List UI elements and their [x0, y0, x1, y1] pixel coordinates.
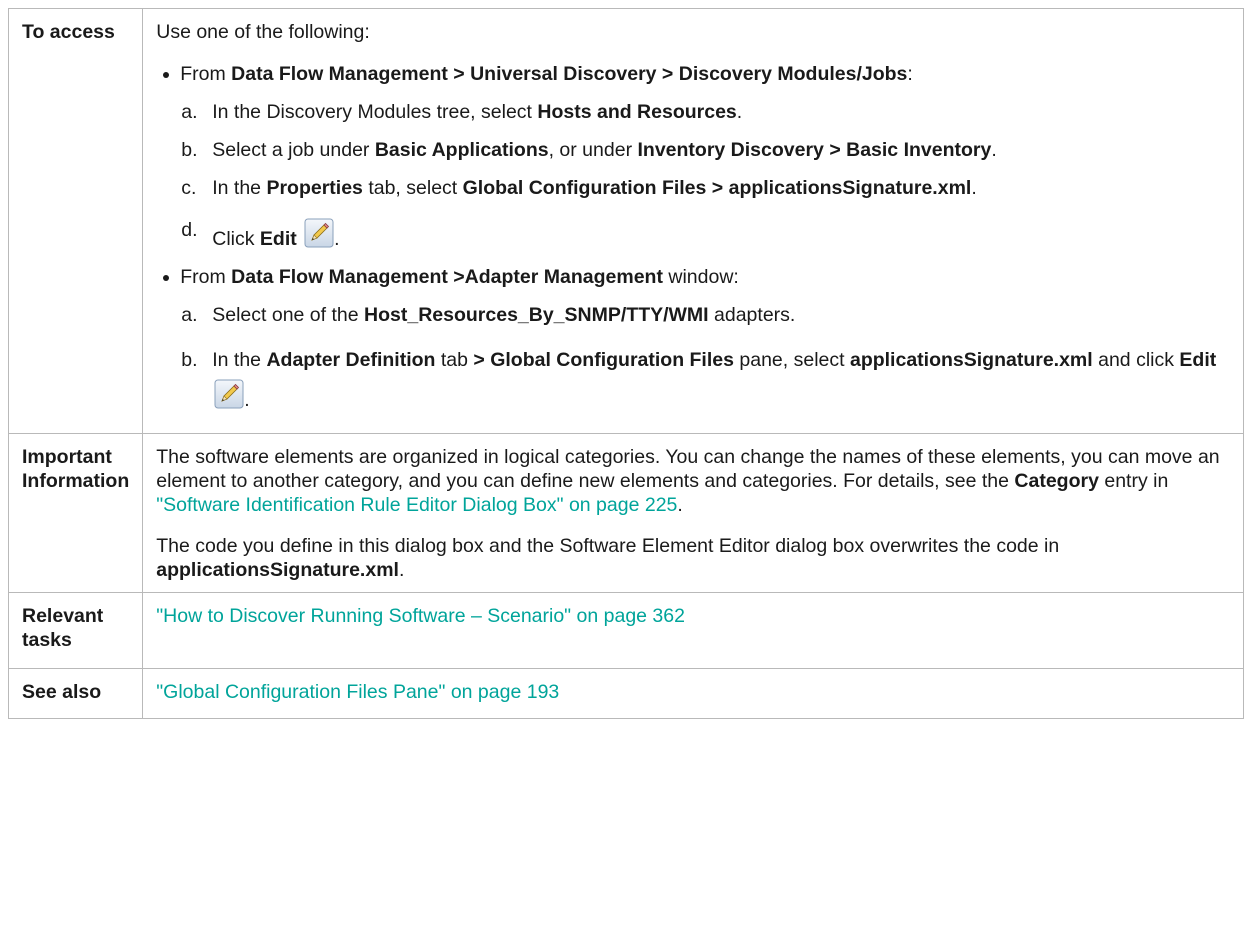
list-item: From Data Flow Management >Adapter Manag… [156, 265, 1230, 289]
row-to-access: To access Use one of the following: From… [7, 8, 1244, 434]
cross-reference-link[interactable]: "Software Identification Rule Editor Dia… [156, 494, 677, 516]
row-content: "How to Discover Running Software – Scen… [142, 592, 1244, 669]
info-table: To access Use one of the following: From… [7, 8, 1244, 719]
row-see-also: See also "Global Configuration Files Pan… [7, 668, 1244, 719]
cross-reference-link[interactable]: "How to Discover Running Software – Scen… [156, 605, 685, 627]
row-relevant-tasks: Relevant tasks "How to Discover Running … [7, 592, 1244, 669]
sub-step: b. Select a job under Basic Applications… [181, 139, 997, 161]
bullet-icon [163, 72, 170, 78]
paragraph: The code you define in this dialog box a… [156, 535, 1060, 581]
row-important-information: Important Information The software eleme… [7, 433, 1244, 593]
sub-step: d. Click Edit . [181, 218, 340, 250]
row-content: Use one of the following: From Data Flow… [142, 8, 1244, 434]
row-label: Important Information [7, 433, 144, 593]
paragraph: The software elements are organized in l… [156, 446, 1220, 516]
sub-step: a. Select one of the Host_Resources_By_S… [181, 304, 796, 326]
row-label: See also [7, 668, 144, 719]
sub-step: b. In the Adapter Definition tab > Globa… [181, 349, 1217, 411]
row-content: "Global Configuration Files Pane" on pag… [142, 668, 1244, 719]
pencil-edit-icon [214, 379, 244, 409]
pencil-edit-icon [304, 218, 334, 248]
row-content: The software elements are organized in l… [142, 433, 1244, 593]
cross-reference-link[interactable]: "Global Configuration Files Pane" on pag… [156, 681, 559, 703]
lead-text: Use one of the following: [156, 21, 370, 43]
sub-step: c. In the Properties tab, select Global … [181, 177, 977, 199]
bullet-icon [163, 275, 170, 281]
row-label: Relevant tasks [7, 592, 144, 669]
list-item: From Data Flow Management > Universal Di… [156, 62, 1230, 86]
sub-step: a. In the Discovery Modules tree, select… [181, 101, 743, 123]
row-label: To access [7, 8, 144, 434]
